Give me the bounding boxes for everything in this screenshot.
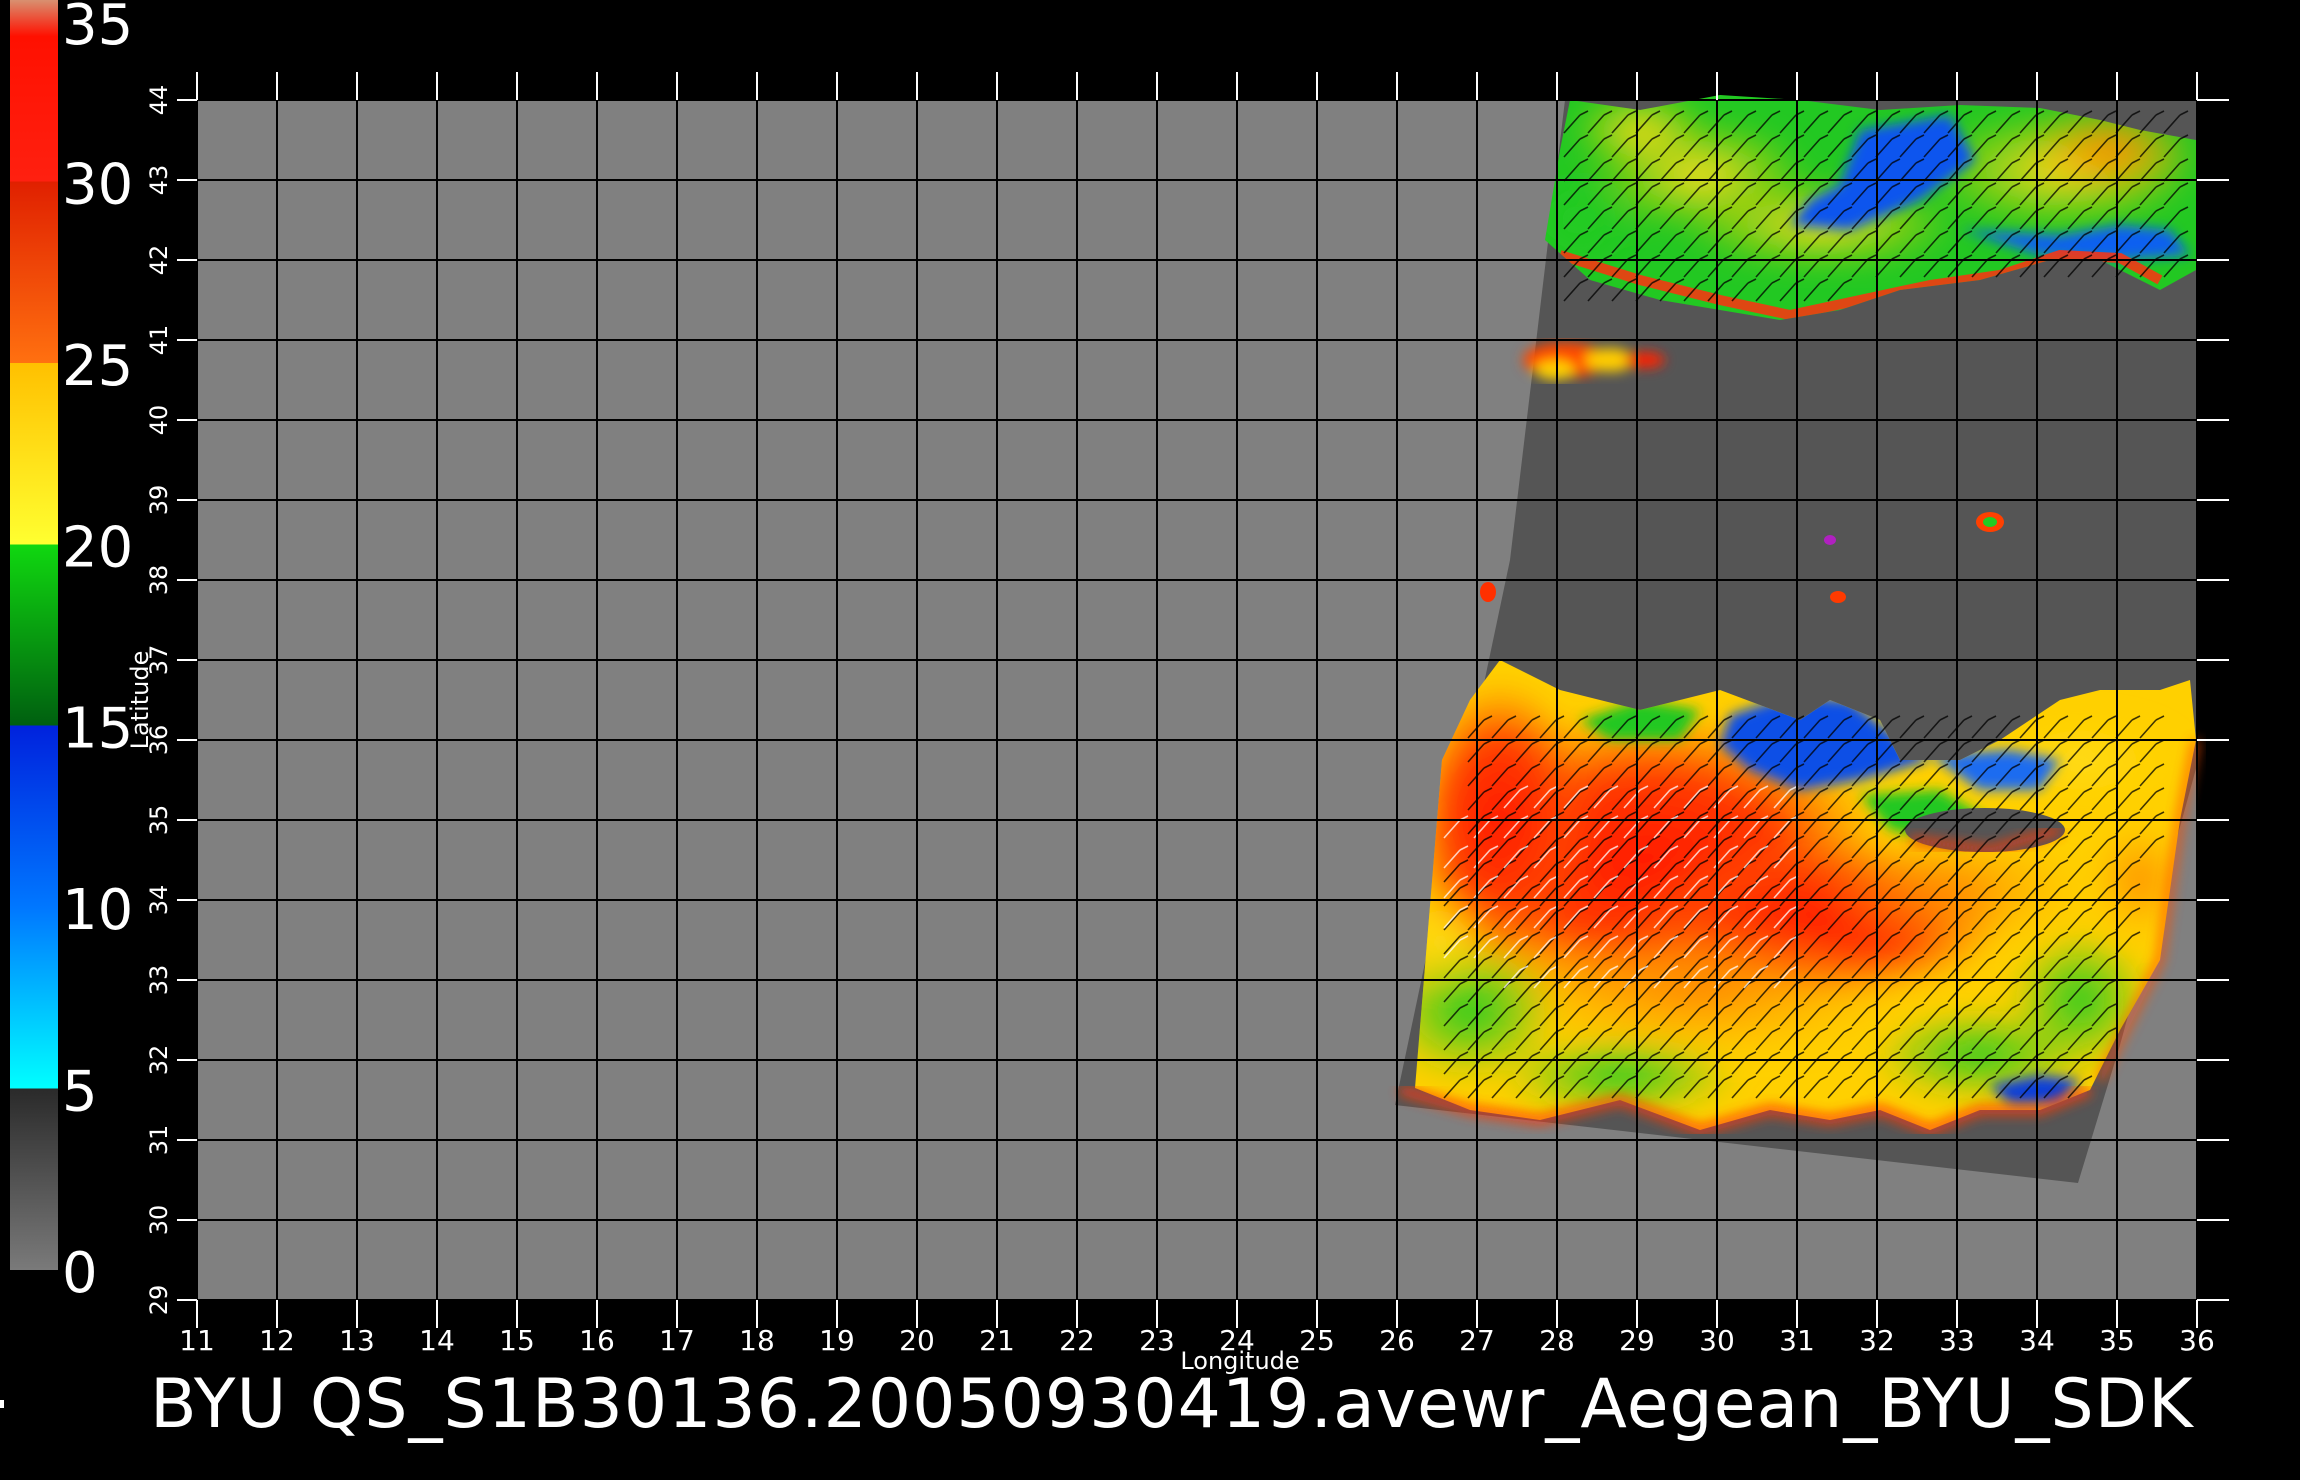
- lon-tick-label-33: 33: [1939, 1324, 1975, 1357]
- map-figure: 0 5 10 15 20 25 30 35 11 12 13 14 15 16 17 18 1…: [10, 0, 2229, 1375]
- colorbar-label-20: 20: [62, 515, 133, 580]
- lat-tick-label-40: 40: [145, 405, 173, 436]
- lon-tick-label-35: 35: [2099, 1324, 2135, 1357]
- lat-tick-label-44: 44: [145, 85, 173, 116]
- lon-tick-label-22: 22: [1059, 1324, 1095, 1357]
- lat-tick-label-35: 35: [145, 805, 173, 836]
- colorbar: 0 5 10 15 20 25 30 35: [10, 0, 133, 1306]
- island-patch-5: [1480, 582, 1496, 602]
- y-axis-label: Latitude: [126, 651, 154, 750]
- lat-tick-label-34: 34: [145, 885, 173, 916]
- lat-tick-label-42: 42: [145, 245, 173, 276]
- lon-tick-label-17: 17: [659, 1324, 695, 1357]
- lon-tick-label-14: 14: [419, 1324, 455, 1357]
- lon-tick-label-28: 28: [1539, 1324, 1575, 1357]
- lon-tick-label-20: 20: [899, 1324, 935, 1357]
- lon-tick-label-19: 19: [819, 1324, 855, 1357]
- colorbar-labels: 0 5 10 15 20 25 30 35: [62, 0, 133, 1306]
- lat-tick-label-32: 32: [145, 1045, 173, 1076]
- figure-caption: BYU QS_S1B30136.20050930419.avewr_Aegean…: [150, 1365, 2194, 1444]
- colorbar-label-15: 15: [62, 697, 133, 762]
- island-patch-2: [1983, 517, 1997, 527]
- lon-tick-label-29: 29: [1619, 1324, 1655, 1357]
- lon-tick-label-11: 11: [179, 1324, 215, 1357]
- lat-tick-label-38: 38: [145, 565, 173, 596]
- lon-tick-label-16: 16: [579, 1324, 615, 1357]
- lon-tick-label-21: 21: [979, 1324, 1015, 1357]
- lat-tick-label-31: 31: [145, 1125, 173, 1156]
- lat-tick-label-43: 43: [145, 165, 173, 196]
- lon-tick-label-23: 23: [1139, 1324, 1175, 1357]
- colorbar-label-10: 10: [62, 878, 133, 943]
- lon-tick-label-34: 34: [2019, 1324, 2055, 1357]
- lat-tick-label-41: 41: [145, 325, 173, 356]
- colorbar-label-35: 35: [62, 0, 133, 58]
- colorbar-label-25: 25: [62, 334, 133, 399]
- colorbar-label-30: 30: [62, 152, 133, 217]
- lon-tick-label-15: 15: [499, 1324, 535, 1357]
- lon-tick-label-13: 13: [339, 1324, 375, 1357]
- lon-tick-label-32: 32: [1859, 1324, 1895, 1357]
- edge-marker: [0, 1400, 4, 1408]
- lat-tick-label-33: 33: [145, 965, 173, 996]
- island-patch-3: [1830, 591, 1846, 603]
- lon-tick-label-36: 36: [2179, 1324, 2215, 1357]
- lon-tick-label-25: 25: [1299, 1324, 1335, 1357]
- colorbar-strip: [10, 0, 58, 1270]
- lat-tick-label-29: 29: [145, 1285, 173, 1316]
- colorbar-label-5: 5: [62, 1060, 98, 1125]
- lon-tick-label-30: 30: [1699, 1324, 1735, 1357]
- island-patch-4: [1824, 535, 1836, 545]
- lon-tick-label-12: 12: [259, 1324, 295, 1357]
- colorbar-label-0: 0: [62, 1241, 98, 1306]
- lat-tick-label-30: 30: [145, 1205, 173, 1236]
- map-plot: 11 12 13 14 15 16 17 18 19 20 21 22 23 24 25 26 27 28 29 30…: [126, 72, 2229, 1375]
- lon-tick-label-18: 18: [739, 1324, 775, 1357]
- lat-tick-label-39: 39: [145, 485, 173, 516]
- lon-tick-label-31: 31: [1779, 1324, 1815, 1357]
- lon-tick-label-27: 27: [1459, 1324, 1495, 1357]
- lon-tick-label-26: 26: [1379, 1324, 1415, 1357]
